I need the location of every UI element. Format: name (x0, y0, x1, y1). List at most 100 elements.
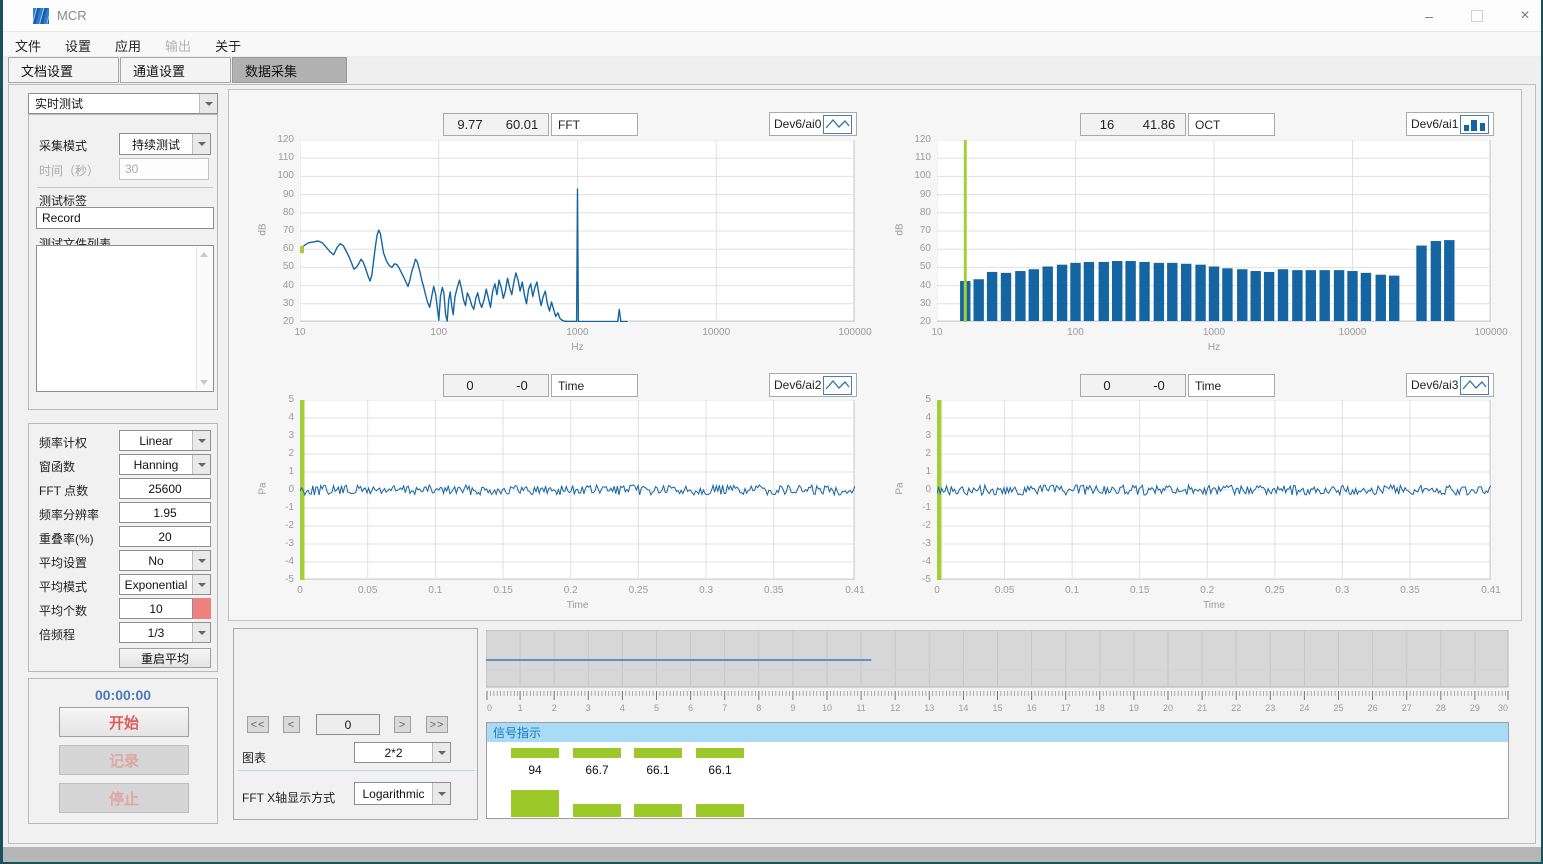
menu-item-5[interactable]: 关于 (203, 32, 253, 59)
x-axis-unit-label: Time (1194, 600, 1234, 611)
setting-select-9[interactable]: 1/3 (119, 622, 211, 643)
signal-peak-bar (696, 804, 744, 817)
x-tick-label: 10000 (1323, 327, 1383, 338)
svg-text:6: 6 (688, 703, 693, 713)
test-mode-select[interactable]: 实时测试 (28, 93, 218, 114)
scroll-down-icon[interactable] (200, 380, 208, 385)
signal-value: 94 (511, 763, 559, 777)
tab-2[interactable]: 通道设置 (120, 57, 231, 83)
menu-item-2[interactable]: 设置 (53, 32, 103, 59)
chevron-down-icon[interactable] (192, 575, 210, 594)
setting-input-4[interactable]: 1.95 (119, 502, 211, 523)
scrollbar[interactable] (196, 247, 212, 390)
chevron-down-icon[interactable] (192, 551, 210, 570)
chevron-down-icon[interactable] (432, 743, 450, 762)
svg-text:1: 1 (518, 703, 523, 713)
menu-item-3[interactable]: 应用 (103, 32, 153, 59)
svg-text:19: 19 (1129, 703, 1139, 713)
setting-label-3: FFT 点数 (39, 482, 88, 499)
svg-text:25: 25 (1333, 703, 1343, 713)
y-tick-label: -1 (260, 502, 294, 513)
plot-time2[interactable] (300, 400, 855, 580)
y-tick-label: 3 (260, 430, 294, 441)
tab-1[interactable]: 文档设置 (8, 57, 119, 83)
plot-canvas-time3 (937, 400, 1491, 580)
y-tick-label: 120 (260, 134, 294, 145)
setting-input-8[interactable]: 10 (119, 598, 193, 619)
nav-prev-button[interactable]: < (283, 716, 300, 733)
y-tick-label: 60 (260, 243, 294, 254)
x-tick-label: 0.35 (744, 585, 804, 596)
plot-canvas-time2 (300, 400, 855, 580)
x-axis-unit-label: Hz (1194, 342, 1234, 353)
close-button[interactable]: × (1503, 0, 1543, 32)
signal-level-bar (573, 748, 621, 758)
signal-panel-title: 信号指示 (487, 723, 1508, 742)
signal-level-bar (696, 748, 744, 758)
chevron-down-icon[interactable] (199, 94, 217, 113)
signal-peak-bar (634, 804, 682, 817)
chevron-down-icon[interactable] (192, 623, 210, 642)
tab-3[interactable]: 数据采集 (232, 57, 347, 83)
chart-layout-select[interactable]: 2*2 (354, 742, 451, 763)
page-index-box[interactable]: 0 (316, 714, 380, 735)
plot-oct[interactable] (937, 140, 1491, 322)
setting-input-5[interactable]: 20 (119, 526, 211, 547)
y-tick-label: 50 (260, 261, 294, 272)
chevron-down-icon[interactable] (192, 431, 210, 450)
plot-fft[interactable] (300, 140, 855, 322)
setting-input-3[interactable]: 25600 (119, 478, 211, 499)
y-tick-label: 5 (260, 394, 294, 405)
channel-box-fft[interactable]: Dev6/ai0 (769, 112, 857, 136)
test-tag-input[interactable]: Record (36, 207, 214, 229)
setting-select-7[interactable]: Exponential (119, 574, 211, 595)
fft-settings-groupbox: 频率计权Linear窗函数HanningFFT 点数25600频率分辨率1.95… (28, 423, 218, 672)
chart-icon-canvas (1461, 377, 1488, 394)
setting-select-1[interactable]: Linear (119, 430, 211, 451)
y-tick-label: 110 (260, 152, 294, 163)
svg-text:20: 20 (1163, 703, 1173, 713)
setting-value-6: No (120, 554, 192, 568)
test-file-list[interactable] (36, 245, 214, 392)
channel-name: Dev6/ai2 (774, 378, 821, 392)
nav-last-button[interactable]: >> (426, 716, 448, 733)
fft-axis-select[interactable]: Logarithmic (354, 782, 451, 805)
y-tick-label: 2 (897, 448, 931, 459)
setting-select-2[interactable]: Hanning (119, 454, 211, 475)
menu-item-1[interactable]: 文件 (3, 32, 53, 59)
chevron-down-icon[interactable] (192, 134, 210, 154)
acq-mode-select[interactable]: 持续测试 (119, 133, 211, 155)
y-tick-label: 20 (260, 316, 294, 327)
chart-layout-label: 图表 (242, 749, 266, 766)
y-tick-label: 40 (260, 280, 294, 291)
channel-box-time2[interactable]: Dev6/ai2 (769, 373, 857, 397)
y-tick-label: 3 (897, 430, 931, 441)
cursor-y-value: -0 (1133, 378, 1185, 393)
setting-label-5: 重叠率(%) (39, 530, 94, 547)
y-tick-label: 2 (260, 448, 294, 459)
chevron-down-icon[interactable] (192, 455, 210, 474)
channel-box-oct[interactable]: Dev6/ai1 (1406, 112, 1494, 136)
nav-first-button[interactable]: << (247, 716, 269, 733)
svg-text:9: 9 (790, 703, 795, 713)
setting-select-6[interactable]: No (119, 550, 211, 571)
restart-average-button[interactable]: 重启平均 (119, 648, 211, 668)
chevron-down-icon[interactable] (432, 783, 450, 804)
scroll-up-icon[interactable] (200, 252, 208, 257)
svg-text:27: 27 (1402, 703, 1412, 713)
minimize-button[interactable]: – (1407, 0, 1451, 32)
svg-text:17: 17 (1061, 703, 1071, 713)
maximize-button[interactable] (1455, 0, 1499, 32)
x-tick-label: 0.15 (1110, 585, 1170, 596)
x-tick-label: 0.3 (676, 585, 736, 596)
plot-time3[interactable] (937, 400, 1491, 580)
y-tick-label: 90 (897, 189, 931, 200)
nav-next-button[interactable]: > (394, 716, 411, 733)
y-tick-label: 100 (897, 170, 931, 181)
start-button[interactable]: 开始 (59, 707, 189, 737)
chart-type-box-fft: FFT (551, 113, 638, 136)
chart-icon-canvas (824, 377, 851, 394)
x-tick-label: 10 (270, 327, 330, 338)
cursor-readout-fft: 9.7760.01 (443, 113, 549, 136)
channel-box-time3[interactable]: Dev6/ai3 (1406, 373, 1494, 397)
